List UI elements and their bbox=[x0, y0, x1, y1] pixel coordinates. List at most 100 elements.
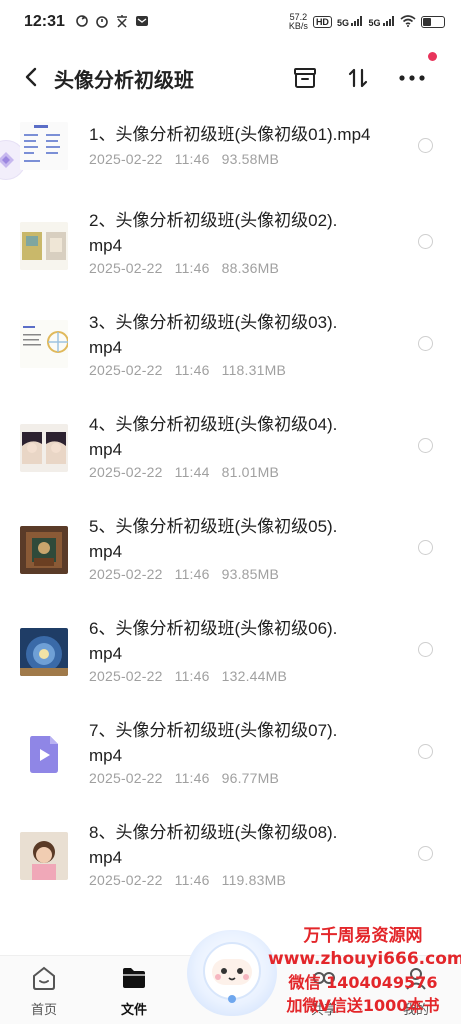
file-date: 2025-02-22 bbox=[89, 151, 163, 167]
signal-bars-icon bbox=[383, 16, 394, 26]
file-time: 11:46 bbox=[174, 362, 210, 378]
chevron-left-icon bbox=[25, 67, 37, 87]
folder-icon bbox=[123, 968, 145, 988]
archive-button[interactable] bbox=[291, 64, 319, 92]
file-item[interactable]: 1、头像分析初级班(头像初级01).mp4 2025-02-22 11:46 93.… bbox=[0, 112, 461, 212]
battery-fill bbox=[423, 18, 431, 26]
file-date: 2025-02-22 bbox=[89, 260, 163, 276]
file-time: 11:46 bbox=[174, 668, 210, 684]
more-button[interactable] bbox=[398, 64, 426, 92]
video-thumbnail-image bbox=[20, 628, 68, 676]
hd-badge: HD bbox=[312, 16, 332, 28]
select-radio[interactable] bbox=[418, 642, 433, 657]
file-date: 2025-02-22 bbox=[89, 872, 163, 888]
file-date: 2025-02-22 bbox=[89, 770, 163, 786]
file-meta: 2025-02-22 11:46 93.58MB bbox=[89, 151, 291, 167]
more-dots-icon bbox=[399, 75, 425, 81]
select-radio[interactable] bbox=[418, 234, 433, 249]
select-radio[interactable] bbox=[418, 846, 433, 861]
watermark-line-1: 万千周易资源网 bbox=[303, 926, 423, 946]
document-preview-icon bbox=[20, 122, 68, 170]
file-thumbnail bbox=[20, 424, 68, 472]
select-radio[interactable] bbox=[418, 336, 433, 351]
file-size: 118.31MB bbox=[221, 362, 287, 378]
watermark-line-4: 加微V信送1000本书 bbox=[286, 996, 440, 1015]
file-meta: 2025-02-22 11:44 81.01MB bbox=[89, 464, 291, 480]
file-time: 11:46 bbox=[174, 566, 210, 582]
battery-icon bbox=[421, 16, 445, 28]
file-thumbnail bbox=[20, 628, 68, 676]
file-time: 11:46 bbox=[174, 260, 210, 276]
select-radio[interactable] bbox=[418, 138, 433, 153]
select-radio[interactable] bbox=[418, 438, 433, 453]
file-name: 2、头像分析初级班(头像初级02).mp4 bbox=[89, 211, 338, 255]
watermark-line-2: www.zhouyi666.com bbox=[268, 949, 461, 969]
file-size: 81.01MB bbox=[221, 464, 280, 480]
status-time: 12:31 bbox=[24, 13, 65, 30]
file-name: 6、头像分析初级班(头像初级06).mp4 bbox=[89, 619, 338, 663]
file-time: 11:46 bbox=[174, 770, 210, 786]
file-size: 132.44MB bbox=[221, 668, 288, 684]
notification-dot bbox=[428, 52, 437, 61]
network-speed: 57.2 KB/s bbox=[289, 13, 308, 31]
file-item[interactable]: 3、头像分析初级班(头像初级03).mp4 2025-02-22 11:46 118… bbox=[0, 310, 461, 410]
file-name: 3、头像分析初级班(头像初级03).mp4 bbox=[89, 313, 338, 357]
file-item[interactable]: 2、头像分析初级班(头像初级02).mp4 2025-02-22 11:46 88.… bbox=[0, 208, 461, 308]
file-meta: 2025-02-22 11:46 88.36MB bbox=[89, 260, 291, 276]
sort-button[interactable] bbox=[344, 64, 372, 92]
back-button[interactable] bbox=[18, 64, 44, 90]
file-name: 8、头像分析初级班(头像初级08).mp4 bbox=[89, 823, 338, 867]
file-name: 5、头像分析初级班(头像初级05).mp4 bbox=[89, 517, 338, 561]
assistant-mascot-button[interactable] bbox=[187, 930, 277, 1016]
file-meta: 2025-02-22 11:46 96.77MB bbox=[89, 770, 291, 786]
file-time: 11:44 bbox=[174, 464, 210, 480]
mascot-face-icon bbox=[203, 942, 261, 1003]
net-speed-unit: KB/s bbox=[288, 21, 308, 31]
select-radio[interactable] bbox=[418, 744, 433, 759]
signal-5g-2: 5G bbox=[368, 16, 395, 28]
header-bar: 头像分析初级班 bbox=[0, 50, 461, 106]
file-meta: 2025-02-22 11:46 119.83MB bbox=[89, 872, 298, 888]
file-item[interactable]: 4、头像分析初级班(头像初级04).mp4 2025-02-22 11:44 81.… bbox=[0, 412, 461, 512]
nav-home[interactable]: 首页 bbox=[14, 964, 74, 1018]
file-size: 93.58MB bbox=[221, 151, 280, 167]
file-item[interactable]: 5、头像分析初级班(头像初级05).mp4 2025-02-22 11:46 93.… bbox=[0, 514, 461, 614]
file-name: 7、头像分析初级班(头像初级07).mp4 bbox=[89, 721, 338, 765]
wifi-icon bbox=[400, 14, 416, 30]
video-thumbnail-image bbox=[20, 222, 68, 270]
file-date: 2025-02-22 bbox=[89, 566, 163, 582]
page-title: 头像分析初级班 bbox=[54, 70, 194, 92]
video-file-icon bbox=[30, 736, 58, 773]
select-radio[interactable] bbox=[418, 540, 433, 555]
file-item[interactable]: 7、头像分析初级班(头像初级07).mp4 2025-02-22 11:46 96.… bbox=[0, 718, 461, 818]
file-name: 1、头像分析初级班(头像初级01).mp4 bbox=[89, 125, 371, 144]
nav-files[interactable]: 文件 bbox=[104, 964, 164, 1018]
file-thumbnail bbox=[20, 222, 68, 270]
mail-icon bbox=[135, 14, 149, 31]
video-thumbnail-image bbox=[20, 424, 68, 472]
file-time: 11:46 bbox=[174, 151, 210, 167]
file-name: 4、头像分析初级班(头像初级04).mp4 bbox=[89, 415, 338, 459]
signal-1-label: 5G bbox=[336, 18, 349, 28]
file-date: 2025-02-22 bbox=[89, 464, 163, 480]
watermark-line-3: 微信 1404049576 bbox=[288, 973, 438, 992]
video-thumbnail-image bbox=[20, 832, 68, 880]
file-date: 2025-02-22 bbox=[89, 362, 163, 378]
file-size: 119.83MB bbox=[221, 872, 287, 888]
file-item[interactable]: 6、头像分析初级班(头像初级06).mp4 2025-02-22 11:46 132… bbox=[0, 616, 461, 716]
file-thumbnail bbox=[20, 122, 68, 170]
file-size: 88.36MB bbox=[221, 260, 280, 276]
file-time: 11:46 bbox=[174, 872, 210, 888]
file-thumbnail bbox=[20, 526, 68, 574]
sync-icon bbox=[75, 14, 89, 31]
status-bar: 12:31 57.2 KB/s HD 5G 5G bbox=[0, 0, 461, 44]
file-thumbnail bbox=[20, 730, 68, 778]
timer-icon bbox=[95, 14, 109, 31]
file-thumbnail bbox=[20, 832, 68, 880]
file-meta: 2025-02-22 11:46 118.31MB bbox=[89, 362, 298, 378]
nav-files-label: 文件 bbox=[120, 1002, 147, 1017]
sort-icon bbox=[348, 68, 368, 88]
file-item[interactable]: 8、头像分析初级班(头像初级08).mp4 2025-02-22 11:46 119… bbox=[0, 820, 461, 920]
signal-bars-icon bbox=[351, 16, 363, 26]
file-meta: 2025-02-22 11:46 132.44MB bbox=[89, 668, 299, 684]
